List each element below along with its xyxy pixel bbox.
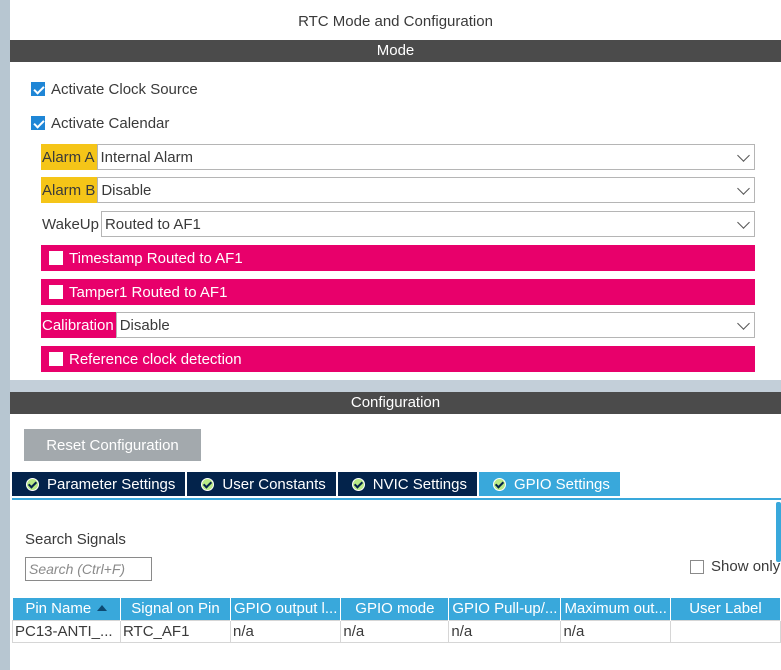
show-only-toggle[interactable]: Show only (690, 558, 780, 575)
alarm-b-select[interactable]: Disable (97, 177, 755, 203)
check-circle-icon (493, 477, 506, 491)
wakeup-value: Routed to AF1 (104, 215, 201, 233)
wakeup-select[interactable]: Routed to AF1 (100, 211, 755, 237)
alarm-b-field: Alarm B Disable (41, 177, 755, 203)
check-circle-icon (201, 477, 215, 491)
tamper1-checkbox[interactable] (49, 285, 63, 299)
cell-user-label (669, 619, 781, 643)
calibration-field: Calibration Disable (41, 312, 755, 338)
calibration-value: Disable (119, 316, 170, 334)
reference-clock-label: Reference clock detection (69, 350, 242, 368)
tab-user-constants[interactable]: User Constants (187, 472, 336, 496)
alarm-b-label: Alarm B (41, 177, 98, 203)
activate-clock-source-checkbox[interactable] (31, 82, 45, 96)
activate-calendar-checkbox[interactable] (31, 116, 45, 130)
column-header-gpio-mode[interactable]: GPIO mode (340, 598, 450, 620)
left-sidebar-strip (0, 0, 10, 670)
activate-calendar-row[interactable]: Activate Calendar (31, 110, 169, 136)
alarm-a-value: Internal Alarm (100, 148, 194, 166)
chevron-down-icon (737, 317, 750, 330)
alarm-b-value: Disable (101, 181, 152, 199)
check-circle-icon (26, 477, 39, 491)
column-header-gpio-pull[interactable]: GPIO Pull-up/... (448, 598, 562, 620)
tamper1-row[interactable]: Tamper1 Routed to AF1 (41, 279, 755, 305)
column-header-pin-name[interactable]: Pin Name (12, 598, 121, 620)
cell-gpio-mode: n/a (340, 619, 450, 643)
mode-section-header: Mode (10, 40, 781, 62)
reference-clock-row[interactable]: Reference clock detection (41, 346, 755, 372)
search-signals-label: Search Signals (25, 531, 126, 548)
cell-max-output: n/a (560, 619, 671, 643)
timestamp-row[interactable]: Timestamp Routed to AF1 (41, 245, 755, 271)
cell-gpio-pull: n/a (448, 619, 562, 643)
panel-title: RTC Mode and Configuration (298, 13, 493, 30)
chevron-down-icon (737, 149, 750, 162)
column-header-gpio-output-level[interactable]: GPIO output l... (230, 598, 342, 620)
tab-label: NVIC Settings (372, 475, 467, 493)
cell-signal: RTC_AF1 (120, 619, 231, 643)
activate-clock-source-row[interactable]: Activate Clock Source (31, 76, 198, 102)
table-header-row: Pin Name Signal on Pin GPIO output l... … (12, 598, 781, 620)
timestamp-label: Timestamp Routed to AF1 (69, 249, 243, 267)
tab-underline (12, 498, 781, 500)
show-only-checkbox[interactable] (690, 559, 704, 574)
tab-label: User Constants (222, 475, 326, 493)
column-header-max-output[interactable]: Maximum out... (560, 598, 671, 620)
configuration-panel: Configuration Reset Configuration Parame… (10, 392, 781, 670)
tab-label: GPIO Settings (514, 475, 610, 493)
tab-parameter-settings[interactable]: Parameter Settings (12, 472, 186, 496)
search-input[interactable] (25, 557, 152, 581)
alarm-a-select[interactable]: Internal Alarm (96, 144, 755, 170)
chevron-down-icon (737, 182, 750, 195)
config-tabs: Parameter Settings User Constants NVIC S… (12, 472, 622, 496)
reset-configuration-button[interactable]: Reset Configuration (24, 429, 201, 461)
gpio-table: Pin Name Signal on Pin GPIO output l... … (12, 598, 781, 643)
check-circle-icon (351, 477, 365, 491)
tab-label: Parameter Settings (47, 475, 176, 493)
activate-clock-source-label: Activate Clock Source (51, 80, 198, 98)
calibration-select[interactable]: Disable (115, 312, 755, 338)
cell-gpio-output-level: n/a (229, 619, 342, 643)
configuration-section-header: Configuration (10, 392, 781, 414)
wakeup-label: WakeUp (42, 215, 99, 233)
alarm-a-label: Alarm A (41, 144, 97, 170)
tamper1-label: Tamper1 Routed to AF1 (69, 283, 228, 301)
activate-calendar-label: Activate Calendar (51, 114, 170, 132)
vertical-scrollbar[interactable] (776, 502, 781, 562)
timestamp-checkbox[interactable] (49, 251, 63, 265)
show-only-label: Show only (711, 558, 781, 575)
reference-clock-checkbox[interactable] (49, 352, 63, 366)
tab-gpio-settings[interactable]: GPIO Settings (479, 472, 620, 496)
calibration-label: Calibration (41, 312, 116, 338)
table-row[interactable]: PC13-ANTI_... RTC_AF1 n/a n/a n/a n/a (12, 619, 781, 643)
wakeup-field: WakeUp Routed to AF1 (41, 211, 755, 237)
column-header-signal[interactable]: Signal on Pin (120, 598, 231, 620)
sort-ascending-icon (97, 605, 108, 612)
cell-pin-name: PC13-ANTI_... (12, 619, 121, 643)
column-header-user-label[interactable]: User Label (670, 598, 781, 620)
alarm-a-field: Alarm A Internal Alarm (41, 144, 755, 170)
tab-nvic-settings[interactable]: NVIC Settings (337, 472, 477, 496)
chevron-down-icon (737, 216, 750, 229)
